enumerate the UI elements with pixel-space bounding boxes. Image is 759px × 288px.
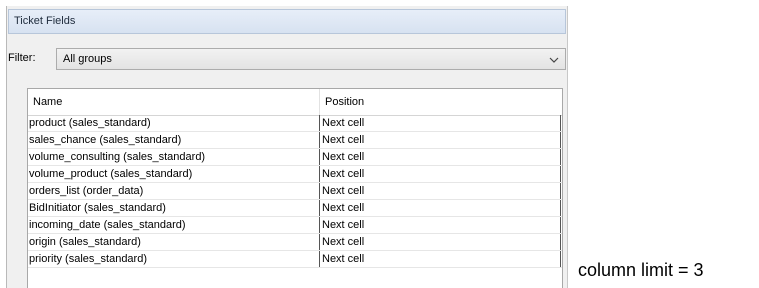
cell-name: product (sales_standard) xyxy=(28,115,320,131)
filter-label: Filter: xyxy=(8,52,36,64)
cell-name: incoming_date (sales_standard) xyxy=(28,217,320,233)
filter-dropdown[interactable]: All groups xyxy=(56,48,566,70)
cell-name: sales_chance (sales_standard) xyxy=(28,132,320,148)
table-row[interactable]: volume_consulting (sales_standard) Next … xyxy=(28,149,562,166)
cell-position: Next cell xyxy=(322,168,365,180)
column-header-position[interactable]: Position xyxy=(320,89,560,115)
table-body: product (sales_standard) Next cell sales… xyxy=(28,115,562,268)
table-row[interactable]: incoming_date (sales_standard) Next cell xyxy=(28,217,562,234)
table-row[interactable]: priority (sales_standard) Next cell xyxy=(28,251,562,268)
table-row[interactable]: BidInitiator (sales_standard) Next cell xyxy=(28,200,562,217)
ticket-fields-table: Name Position product (sales_standard) N… xyxy=(27,88,563,288)
row-border xyxy=(560,217,561,233)
cell-position: Next cell xyxy=(322,219,365,231)
cell-position: Next cell xyxy=(322,134,365,146)
row-border xyxy=(560,200,561,216)
cell-position: Next cell xyxy=(322,236,365,248)
cell-name: origin (sales_standard) xyxy=(28,234,320,250)
cell-name: volume_product (sales_standard) xyxy=(28,166,320,182)
table-row[interactable]: orders_list (order_data) Next cell xyxy=(28,183,562,200)
table-row[interactable]: sales_chance (sales_standard) Next cell xyxy=(28,132,562,149)
column-limit-annotation: column limit = 3 xyxy=(578,260,704,280)
panel-title: Ticket Fields xyxy=(8,9,566,34)
row-border xyxy=(560,149,561,165)
table-row[interactable]: product (sales_standard) Next cell xyxy=(28,115,562,132)
table-header: Name Position xyxy=(28,89,562,116)
chevron-down-icon xyxy=(549,57,559,63)
row-border xyxy=(560,234,561,250)
table-row[interactable]: volume_product (sales_standard) Next cel… xyxy=(28,166,562,183)
cell-name: priority (sales_standard) xyxy=(28,251,320,267)
cell-name: BidInitiator (sales_standard) xyxy=(28,200,320,216)
cell-position: Next cell xyxy=(322,185,365,197)
cell-position: Next cell xyxy=(322,151,365,163)
cell-name: orders_list (order_data) xyxy=(28,183,320,199)
row-border xyxy=(560,183,561,199)
row-border xyxy=(560,166,561,182)
cell-position: Next cell xyxy=(322,117,365,129)
cell-position: Next cell xyxy=(322,253,365,265)
cell-position: Next cell xyxy=(322,202,365,214)
row-border xyxy=(560,132,561,148)
filter-selected-value: All groups xyxy=(63,53,112,65)
table-row[interactable]: origin (sales_standard) Next cell xyxy=(28,234,562,251)
row-border xyxy=(560,251,561,267)
row-border xyxy=(560,115,561,131)
column-header-name[interactable]: Name xyxy=(28,89,320,115)
cell-name: volume_consulting (sales_standard) xyxy=(28,149,320,165)
